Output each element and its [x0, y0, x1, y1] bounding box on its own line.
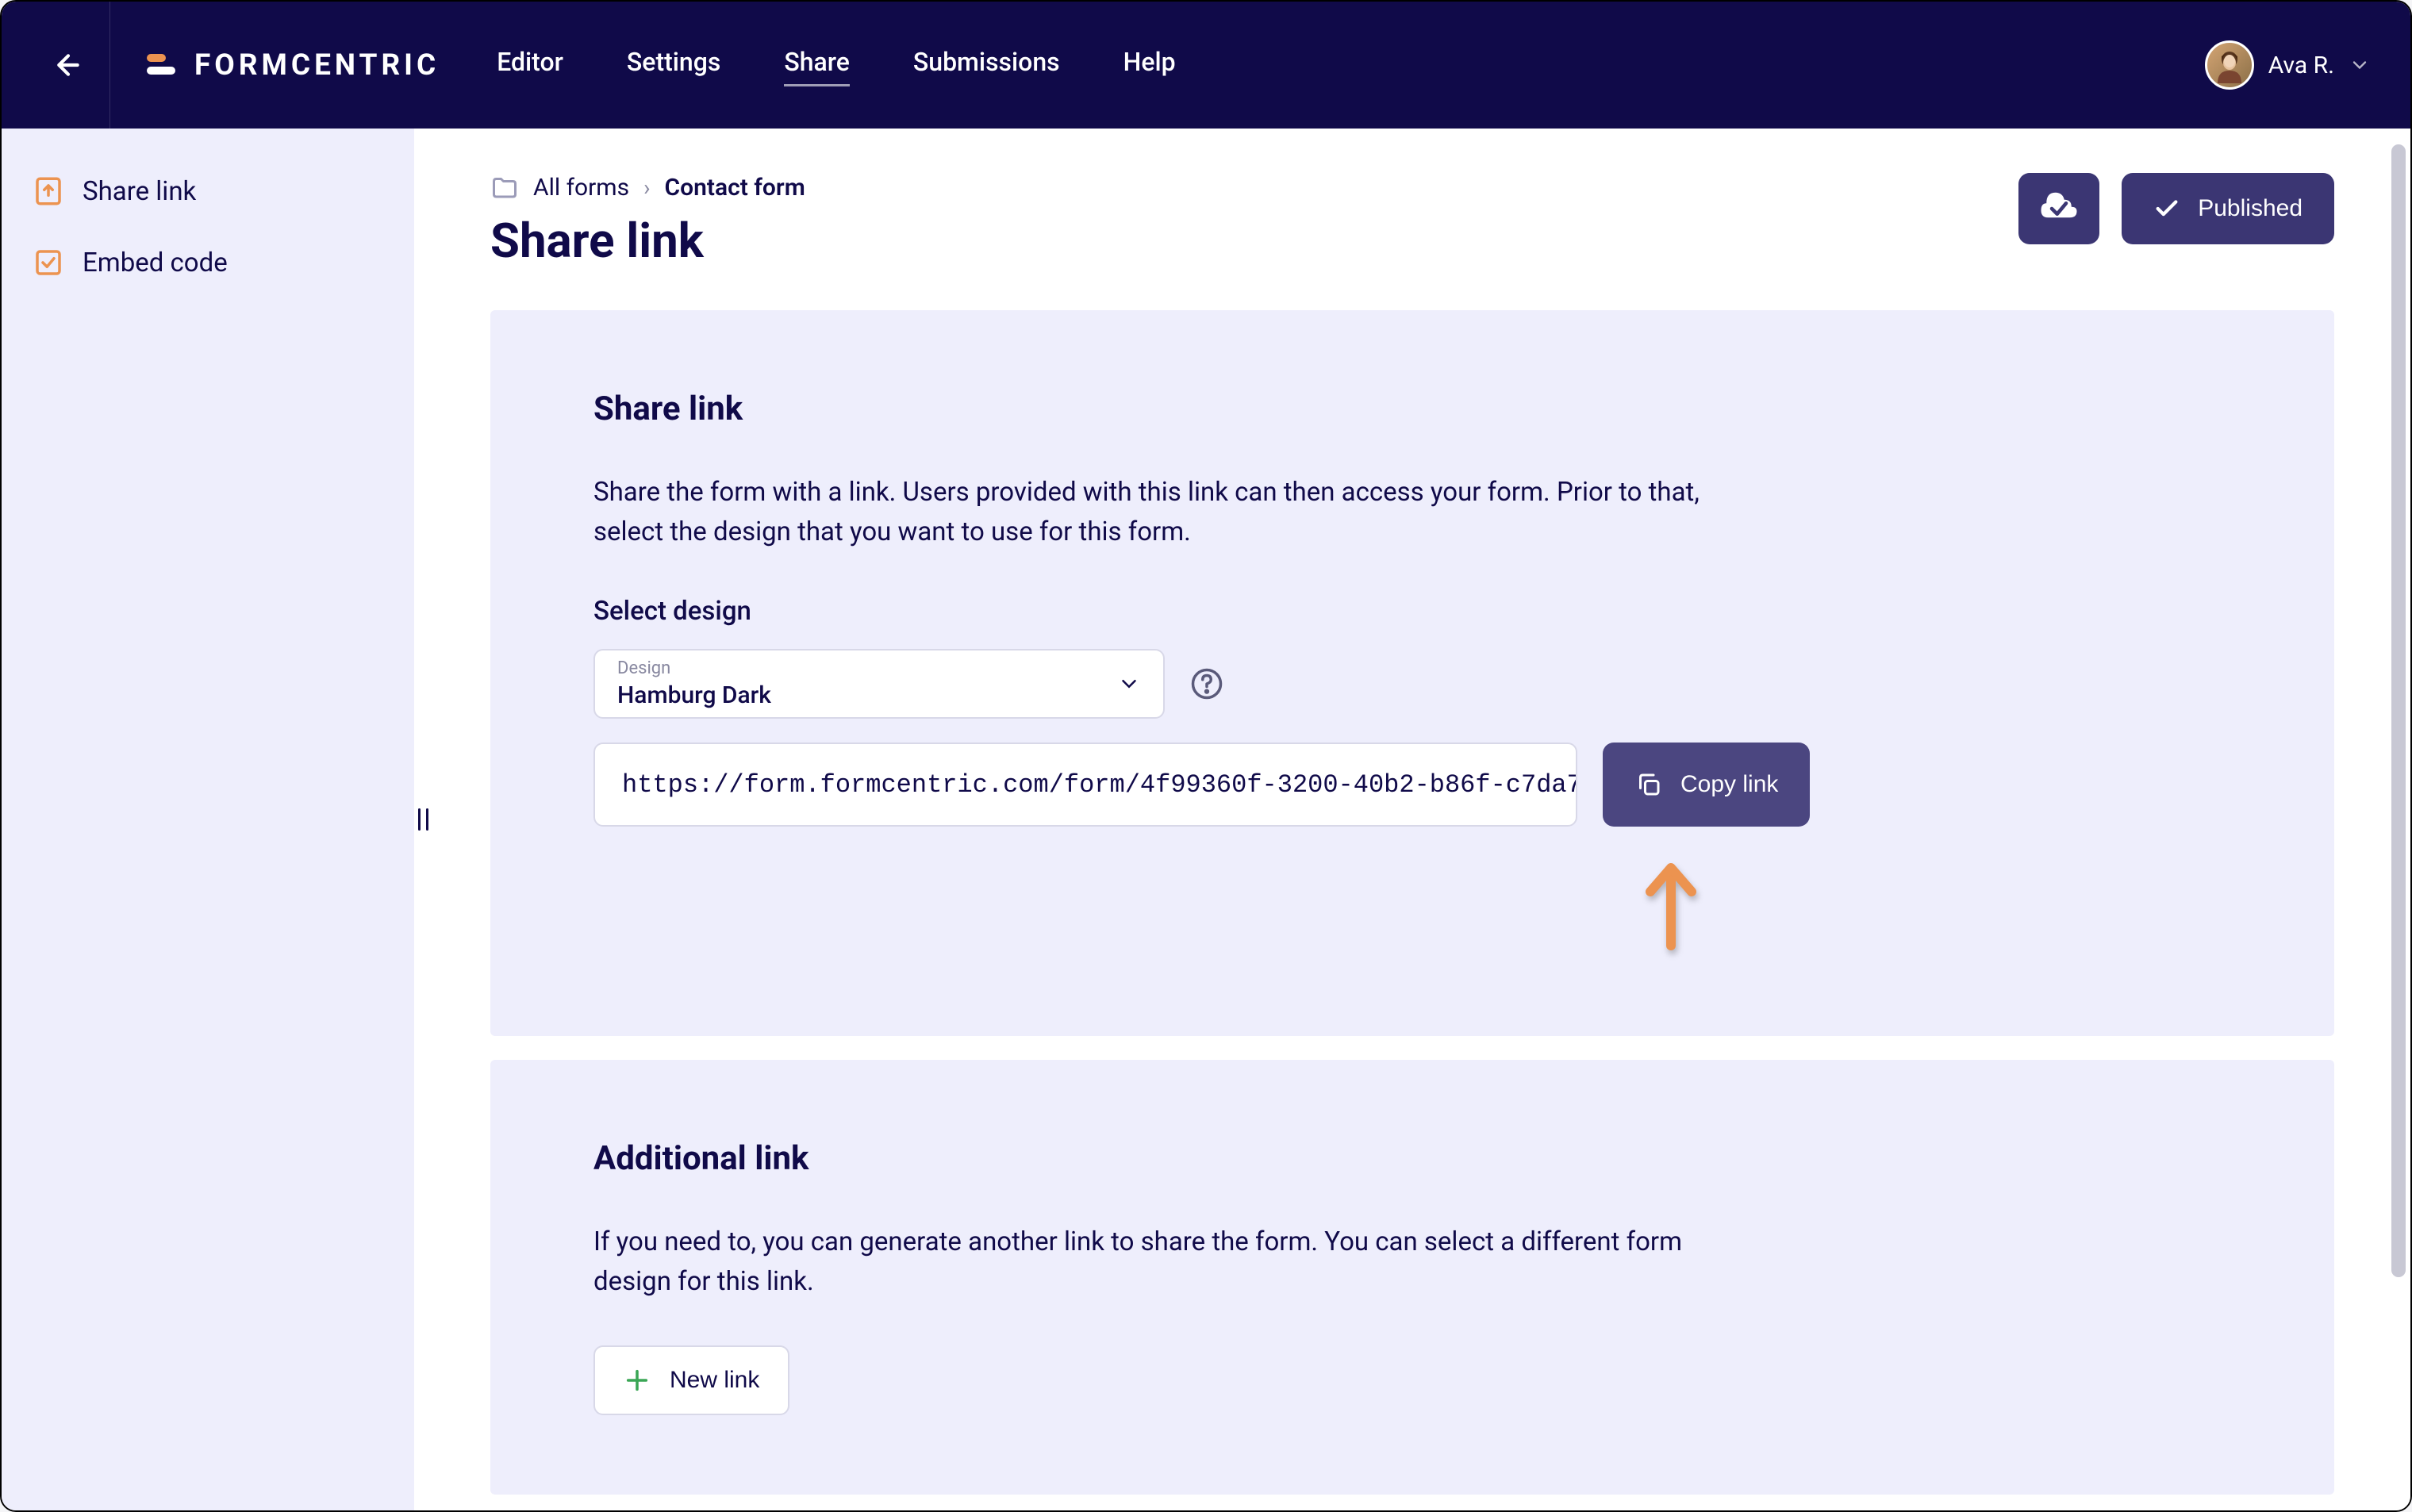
- avatar: [2205, 40, 2254, 90]
- help-icon[interactable]: [1190, 667, 1223, 700]
- embed-code-icon: [32, 246, 65, 279]
- select-design-label: Select design: [593, 596, 2231, 627]
- scrollbar[interactable]: [2391, 144, 2406, 1376]
- sidebar-item-label: Share link: [83, 176, 196, 207]
- folder-icon: [490, 173, 519, 201]
- select-inner-label: Design: [617, 658, 1141, 678]
- plus-icon: [624, 1367, 651, 1394]
- sidebar-item-embed-code[interactable]: Embed code: [32, 235, 384, 290]
- new-link-label: New link: [670, 1367, 759, 1394]
- formcentric-logo-icon: [145, 49, 177, 81]
- nav-settings[interactable]: Settings: [627, 47, 720, 83]
- card-description: If you need to, you can generate another…: [593, 1222, 1720, 1301]
- back-arrow-icon: [52, 49, 84, 81]
- logo-text: FORMCENTRIC: [194, 48, 440, 83]
- published-label: Published: [2198, 195, 2303, 222]
- card-description: Share the form with a link. Users provid…: [593, 473, 1720, 551]
- cloud-check-icon: [2038, 187, 2080, 230]
- breadcrumb: All forms › Contact form: [490, 173, 805, 201]
- chevron-down-icon: [1117, 672, 1141, 696]
- breadcrumb-root[interactable]: All forms: [533, 174, 629, 201]
- card-title: Additional link: [593, 1139, 2231, 1178]
- user-menu[interactable]: Ava R.: [2205, 40, 2371, 90]
- sidebar-item-label: Embed code: [83, 248, 228, 278]
- content-area: All forms › Contact form Share link: [414, 129, 2410, 1510]
- nav-share[interactable]: Share: [784, 47, 850, 83]
- select-value: Hamburg Dark: [617, 681, 1141, 709]
- check-icon: [2153, 195, 2180, 222]
- share-link-card: Share link Share the form with a link. U…: [490, 310, 2334, 1036]
- nav-editor[interactable]: Editor: [497, 47, 563, 83]
- new-link-button[interactable]: New link: [593, 1345, 789, 1415]
- sidebar-item-share-link[interactable]: Share link: [32, 163, 384, 219]
- nav-submissions[interactable]: Submissions: [913, 47, 1060, 83]
- page-title: Share link: [490, 213, 805, 269]
- copy-link-label: Copy link: [1680, 771, 1778, 798]
- nav-help[interactable]: Help: [1123, 47, 1176, 83]
- breadcrumb-current: Contact form: [665, 174, 805, 201]
- breadcrumb-separator: ›: [643, 175, 650, 201]
- sidebar: Share link Embed code: [2, 129, 414, 1510]
- top-navigation: FORMCENTRIC Editor Settings Share Submis…: [2, 2, 2410, 129]
- back-button[interactable]: [41, 2, 110, 129]
- copy-link-button[interactable]: Copy link: [1603, 743, 1810, 827]
- card-title: Share link: [593, 390, 2231, 428]
- arrow-annotation: [1641, 858, 2231, 957]
- share-link-input[interactable]: https://form.formcentric.com/form/4f9936…: [593, 743, 1577, 827]
- chevron-down-icon: [2349, 54, 2371, 76]
- copy-icon: [1634, 770, 1663, 799]
- design-select[interactable]: Design Hamburg Dark: [593, 649, 1165, 719]
- additional-link-card: Additional link If you need to, you can …: [490, 1060, 2334, 1495]
- published-button[interactable]: Published: [2122, 173, 2334, 244]
- logo[interactable]: FORMCENTRIC: [145, 48, 440, 83]
- user-name: Ava R.: [2268, 52, 2334, 79]
- sidebar-collapse-handle[interactable]: [418, 808, 428, 831]
- share-link-icon: [32, 175, 65, 208]
- cloud-save-button[interactable]: [2018, 173, 2099, 244]
